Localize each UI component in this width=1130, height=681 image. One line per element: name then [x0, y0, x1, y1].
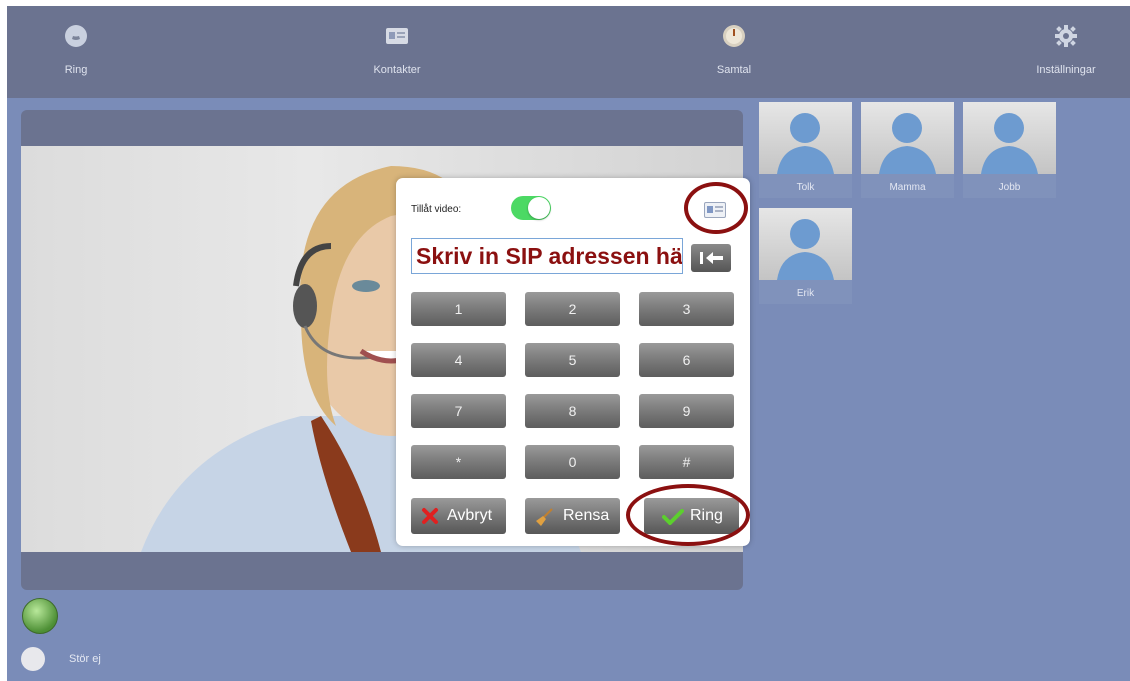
call-button-highlight-circle	[626, 484, 750, 546]
contact-card-jobb[interactable]: Jobb	[963, 102, 1056, 198]
nav-item-samtal[interactable]: Samtal	[679, 6, 789, 98]
red-x-icon	[422, 508, 438, 524]
backspace-button[interactable]	[691, 244, 731, 272]
broom-icon	[536, 508, 553, 526]
person-silhouette-icon	[981, 113, 1038, 174]
contact-avatar	[861, 102, 954, 174]
contact-card-tolk[interactable]: Tolk	[759, 102, 852, 198]
contact-name: Jobb	[998, 182, 1021, 193]
contact-name: Tolk	[796, 182, 815, 193]
dial-dialog: Tillåt video: 123456789*0# Avbryt Rensa …	[396, 178, 750, 546]
cancel-label: Avbryt	[447, 507, 493, 524]
nav-item-installningar[interactable]: Inställningar	[1011, 6, 1121, 98]
nav-label-installningar: Inställningar	[1036, 64, 1096, 76]
backspace-icon	[700, 252, 723, 264]
keypad-key-3[interactable]: 3	[639, 292, 734, 326]
toggle-knob	[528, 197, 550, 219]
nav-label-samtal: Samtal	[716, 64, 752, 76]
contact-card-mamma[interactable]: Mamma	[861, 102, 954, 198]
nav-label-kontakter: Kontakter	[373, 64, 421, 76]
person-silhouette-icon	[777, 219, 834, 280]
do-not-disturb-toggle[interactable]	[21, 647, 45, 671]
phone-icon	[65, 25, 87, 47]
keypad-key-7[interactable]: 7	[411, 394, 506, 428]
keypad-key-4[interactable]: 4	[411, 343, 506, 377]
globe-status-icon[interactable]	[22, 598, 58, 634]
keypad-key-9[interactable]: 9	[639, 394, 734, 428]
keypad-key-6[interactable]: 6	[639, 343, 734, 377]
keypad-key-2[interactable]: 2	[525, 292, 620, 326]
contact-avatar	[759, 208, 852, 280]
contact-name: Erik	[796, 288, 815, 299]
contact-card-icon	[386, 28, 408, 44]
person-silhouette-icon	[879, 113, 936, 174]
keypad-key-1[interactable]: 1	[411, 292, 506, 326]
nav-label-ring: Ring	[64, 64, 88, 76]
contact-book-highlight-circle	[684, 182, 748, 234]
gear-icon	[1055, 25, 1077, 47]
contact-name: Mamma	[889, 182, 926, 193]
clock-icon	[723, 25, 745, 47]
keypad-key-hash[interactable]: #	[639, 445, 734, 479]
clear-button[interactable]: Rensa	[525, 498, 620, 534]
nav-item-ring[interactable]: Ring	[21, 6, 131, 98]
sip-address-input[interactable]	[411, 238, 683, 274]
keypad-key-5[interactable]: 5	[525, 343, 620, 377]
do-not-disturb-label: Stör ej	[69, 653, 101, 665]
clear-label: Rensa	[563, 507, 610, 524]
app-window: Ring Kontakter Samtal Inställningar Tolk…	[7, 6, 1130, 681]
keypad-key-star[interactable]: *	[411, 445, 506, 479]
keypad-key-8[interactable]: 8	[525, 394, 620, 428]
contact-card-erik[interactable]: Erik	[759, 208, 852, 304]
person-silhouette-icon	[777, 113, 834, 174]
nav-item-kontakter[interactable]: Kontakter	[342, 6, 452, 98]
top-nav-bar: Ring Kontakter Samtal Inställningar	[7, 6, 1130, 98]
cancel-button[interactable]: Avbryt	[411, 498, 506, 534]
contact-avatar	[759, 102, 852, 174]
keypad-key-0[interactable]: 0	[525, 445, 620, 479]
allow-video-toggle[interactable]	[511, 196, 551, 220]
allow-video-label: Tillåt video:	[411, 204, 462, 215]
contact-avatar	[963, 102, 1056, 174]
